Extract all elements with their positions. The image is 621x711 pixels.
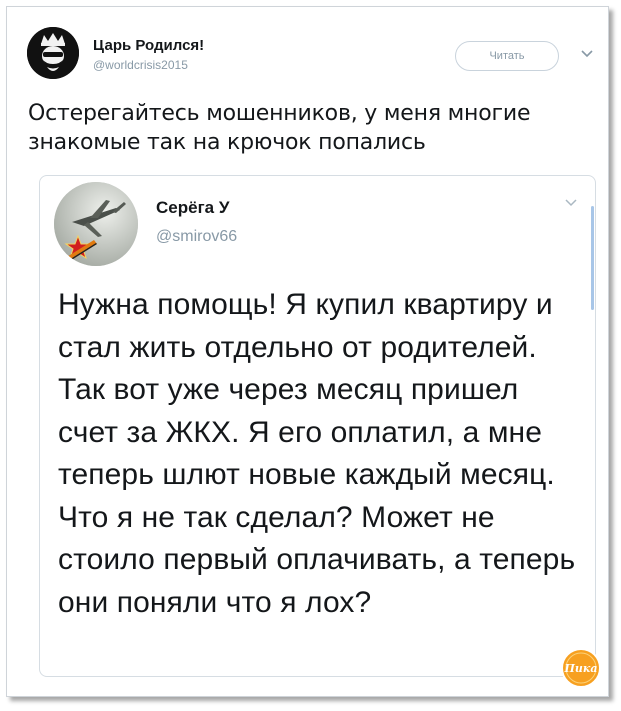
follow-button[interactable]: Читать (455, 41, 559, 71)
chevron-down-icon[interactable] (564, 196, 578, 210)
author-name[interactable]: Царь Родился! (93, 37, 204, 54)
author-avatar[interactable] (27, 27, 79, 79)
red-star-aircraft-icon (54, 182, 138, 266)
screenshot-frame: Царь Родился! @worldcrisis2015 Читать Ос… (6, 6, 609, 697)
author-handle[interactable]: @worldcrisis2015 (93, 58, 188, 72)
quoted-tweet-card[interactable]: Серёга У @smirov66 Нужна помощь! Я купил… (39, 175, 596, 677)
tweet-text: Остерегайтесь мошенников, у меня многие … (28, 101, 531, 155)
site-logo-icon: Пика (561, 648, 601, 688)
quoted-author-handle[interactable]: @smirov66 (156, 228, 237, 246)
tweet-header: Царь Родился! @worldcrisis2015 Читать (27, 27, 594, 87)
crowned-bearded-face-icon (27, 27, 79, 79)
watermark-text: Пика (564, 662, 598, 675)
quoted-tweet-text: Нужна помощь! Я купил квартиру и стал жи… (58, 288, 576, 619)
quoted-author-avatar[interactable] (54, 182, 138, 266)
scrollbar[interactable] (591, 206, 594, 310)
quoted-author-name[interactable]: Серёга У (156, 198, 229, 218)
chevron-down-icon[interactable] (580, 47, 594, 61)
